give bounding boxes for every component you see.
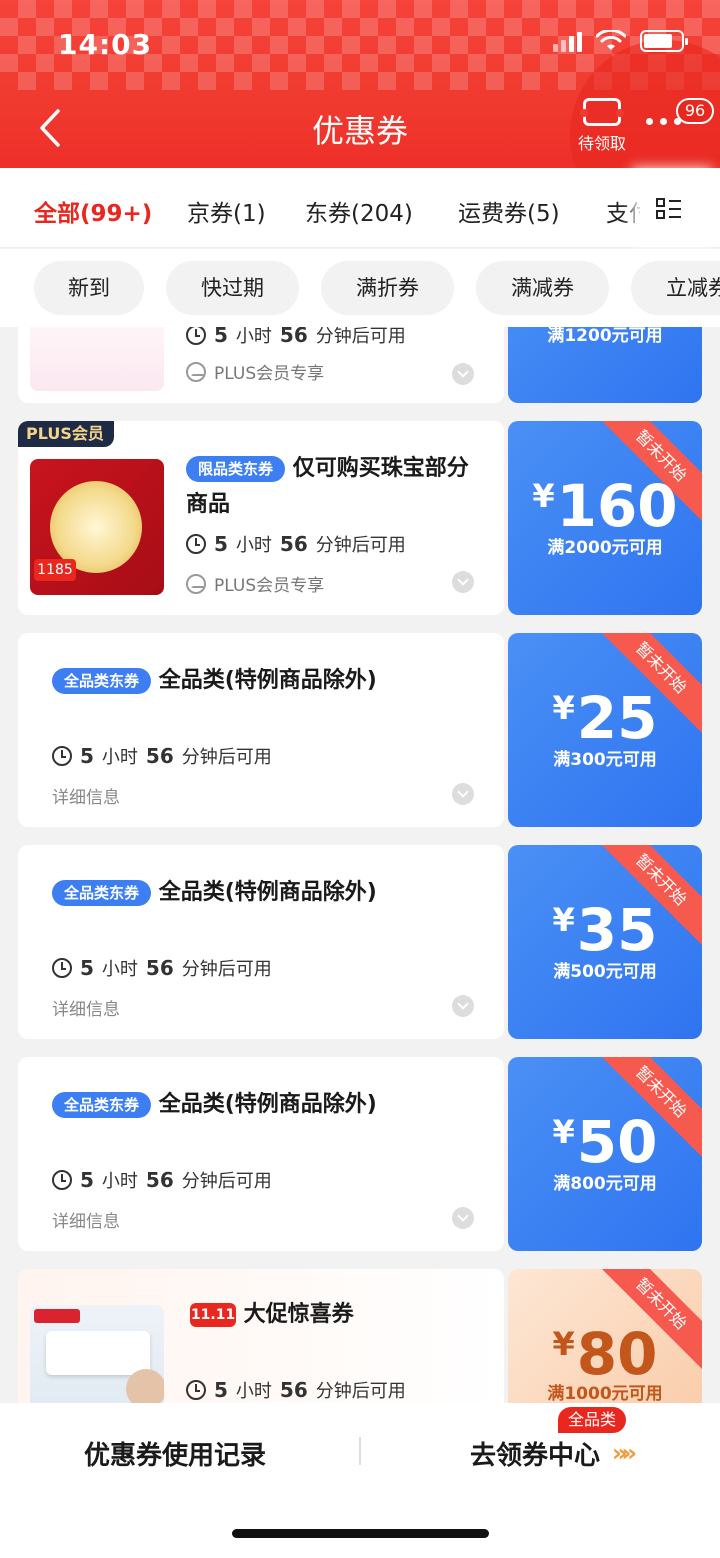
battery-icon xyxy=(640,30,688,52)
coupon-title: 限品类东券 仅可购买珠宝部分商品 xyxy=(186,456,469,517)
promo-logo: 11.11 xyxy=(190,1303,236,1327)
coupon-value-panel[interactable]: 暂未开始 ¥80 满1000元可用 xyxy=(508,1269,702,1403)
clock-icon xyxy=(52,1170,72,1190)
pending-label: 待领取 xyxy=(577,134,626,153)
coupon-value-panel[interactable]: 暂未开始 ¥50 满800元可用 xyxy=(508,1057,702,1251)
expand-chevron-icon[interactable] xyxy=(452,363,474,385)
coupon-card[interactable]: 全品类东券 全品类(特例商品除外) 5 小时 56 分钟后可用 详细信息 暂未开始 ¥… xyxy=(18,841,702,1043)
all-category-badge: 全品类 xyxy=(558,1407,627,1433)
coupon-title: 全品类东券 全品类(特例商品除外) xyxy=(52,663,492,699)
availability-time: 5 小时 56 分钟后可用 xyxy=(52,1167,272,1193)
tab-dong-coupon[interactable]: 东券(204) xyxy=(305,194,413,228)
status-icons xyxy=(553,30,688,52)
signal-icon xyxy=(553,30,582,52)
coupon-condition: 满500元可用 xyxy=(553,962,657,982)
coupon-title: 全品类东券 全品类(特例商品除外) xyxy=(52,1087,492,1123)
clock-icon xyxy=(186,327,206,345)
chip-instant-reduction[interactable]: 立减券 xyxy=(631,261,720,315)
plus-member-note: PLUS会员专享 xyxy=(186,571,324,596)
coupon-card[interactable]: 1185 限品类东券 仅可购买珠宝部分商品 5 小时 56 分钟后可用 PLUS会员专… xyxy=(18,417,702,619)
clock-icon xyxy=(52,746,72,766)
coupon-list[interactable]: 379 5小时56分钟后可用 PLUS会员专享 满1200元可用 1185 限品… xyxy=(0,327,720,1403)
coupon-type-tag: 全品类东券 xyxy=(52,880,152,906)
expand-chevron-icon[interactable] xyxy=(452,995,474,1017)
chip-full-reduction[interactable]: 满减券 xyxy=(476,261,609,315)
coupon-amount: ¥50 xyxy=(552,1108,658,1176)
tab-jing-coupon[interactable]: 京券(1) xyxy=(187,194,266,228)
coupon-card[interactable]: 379 5小时56分钟后可用 PLUS会员专享 满1200元可用 xyxy=(18,327,702,407)
coupon-type-tag: 全品类东券 xyxy=(52,1092,152,1118)
category-tabs: 全部(99+) 京券(1) 东券(204) 运费券(5) 支付 xyxy=(0,168,720,248)
coupon-condition: 满800元可用 xyxy=(553,1174,657,1194)
product-thumbnail: 1185 xyxy=(30,459,164,595)
coupon-amount: ¥80 xyxy=(552,1320,658,1388)
plus-member-note: PLUS会员专享 xyxy=(186,359,324,384)
availability-time: 5 小时 56 分钟后可用 xyxy=(186,531,406,557)
tab-shipping-coupon[interactable]: 运费券(5) xyxy=(458,194,560,228)
coupon-center-button[interactable]: 去领券中心 xyxy=(470,1435,600,1472)
wifi-icon xyxy=(596,30,626,50)
clock-icon xyxy=(186,534,206,554)
crown-icon xyxy=(186,573,206,594)
coupon-card[interactable]: 11.11 大促惊喜券 5 小时 56 分钟后可用 暂未开始 ¥80 满1000元可用 xyxy=(18,1265,702,1403)
coupon-amount: ¥25 xyxy=(552,684,658,752)
pending-coupons-button[interactable]: 待领取 xyxy=(572,98,632,154)
message-badge: 96 xyxy=(676,98,714,124)
usage-record-button[interactable]: 优惠券使用记录 xyxy=(84,1435,266,1472)
expand-chevron-icon[interactable] xyxy=(452,1207,474,1229)
home-indicator[interactable] xyxy=(232,1529,489,1538)
coupon-condition: 满300元可用 xyxy=(553,750,657,770)
coupon-value-panel[interactable]: 暂未开始 ¥35 满500元可用 xyxy=(508,845,702,1039)
filter-chips: 新到 快过期 满折券 满减券 立减券 xyxy=(0,249,720,327)
header-bar: 14:03 优惠券 待领取 96 xyxy=(0,0,720,168)
coupon-condition: 满1200元可用 xyxy=(547,327,663,346)
coupon-value-panel[interactable]: 满1200元可用 xyxy=(508,327,702,403)
availability-time: 5 小时 56 分钟后可用 xyxy=(186,327,406,348)
product-thumbnail xyxy=(30,1305,164,1403)
chip-expiring[interactable]: 快过期 xyxy=(166,261,299,315)
clock-icon xyxy=(186,1380,206,1400)
divider xyxy=(359,1437,361,1465)
availability-time: 5 小时 56 分钟后可用 xyxy=(186,1377,406,1403)
category-grid-icon[interactable] xyxy=(656,198,682,220)
detail-info-link[interactable]: 详细信息 xyxy=(52,995,120,1020)
crown-icon xyxy=(186,361,206,382)
coupon-type-tag: 全品类东券 xyxy=(52,668,152,694)
product-thumbnail: 379 xyxy=(30,327,164,391)
coupon-value-panel[interactable]: 暂未开始 ¥160 满2000元可用 xyxy=(508,421,702,615)
chip-discount-rate[interactable]: 满折券 xyxy=(321,261,454,315)
tab-all[interactable]: 全部(99+) xyxy=(34,194,152,228)
more-menu-button[interactable] xyxy=(646,118,681,125)
expand-chevron-icon[interactable] xyxy=(452,783,474,805)
coupon-value-panel[interactable]: 暂未开始 ¥25 满300元可用 xyxy=(508,633,702,827)
thumb-price: 1185 xyxy=(34,559,76,581)
coupon-condition: 满1000元可用 xyxy=(547,1384,663,1403)
clock-icon xyxy=(52,958,72,978)
ticket-icon xyxy=(580,98,624,126)
coupon-title: 11.11 大促惊喜券 xyxy=(190,1302,354,1327)
status-time: 14:03 xyxy=(58,28,153,61)
availability-time: 5 小时 56 分钟后可用 xyxy=(52,743,272,769)
availability-time: 5 小时 56 分钟后可用 xyxy=(52,955,272,981)
coupon-title: 全品类东券 全品类(特例商品除外) xyxy=(52,875,492,911)
expand-chevron-icon[interactable] xyxy=(452,571,474,593)
coupon-amount: ¥160 xyxy=(532,472,678,540)
detail-info-link[interactable]: 详细信息 xyxy=(52,783,120,808)
double-arrow-icon: »» xyxy=(612,1439,637,1467)
coupon-card[interactable]: 全品类东券 全品类(特例商品除外) 5 小时 56 分钟后可用 详细信息 暂未开始 ¥… xyxy=(18,1053,702,1255)
plus-member-badge: PLUS会员 xyxy=(18,421,114,447)
coupon-type-tag: 限品类东券 xyxy=(186,456,286,482)
chip-new[interactable]: 新到 xyxy=(34,261,144,315)
detail-info-link[interactable]: 详细信息 xyxy=(52,1207,120,1232)
coupon-condition: 满2000元可用 xyxy=(547,538,663,558)
coupon-amount: ¥35 xyxy=(552,896,658,964)
coupon-card[interactable]: 全品类东券 全品类(特例商品除外) 5 小时 56 分钟后可用 详细信息 暂未开始 ¥… xyxy=(18,629,702,831)
